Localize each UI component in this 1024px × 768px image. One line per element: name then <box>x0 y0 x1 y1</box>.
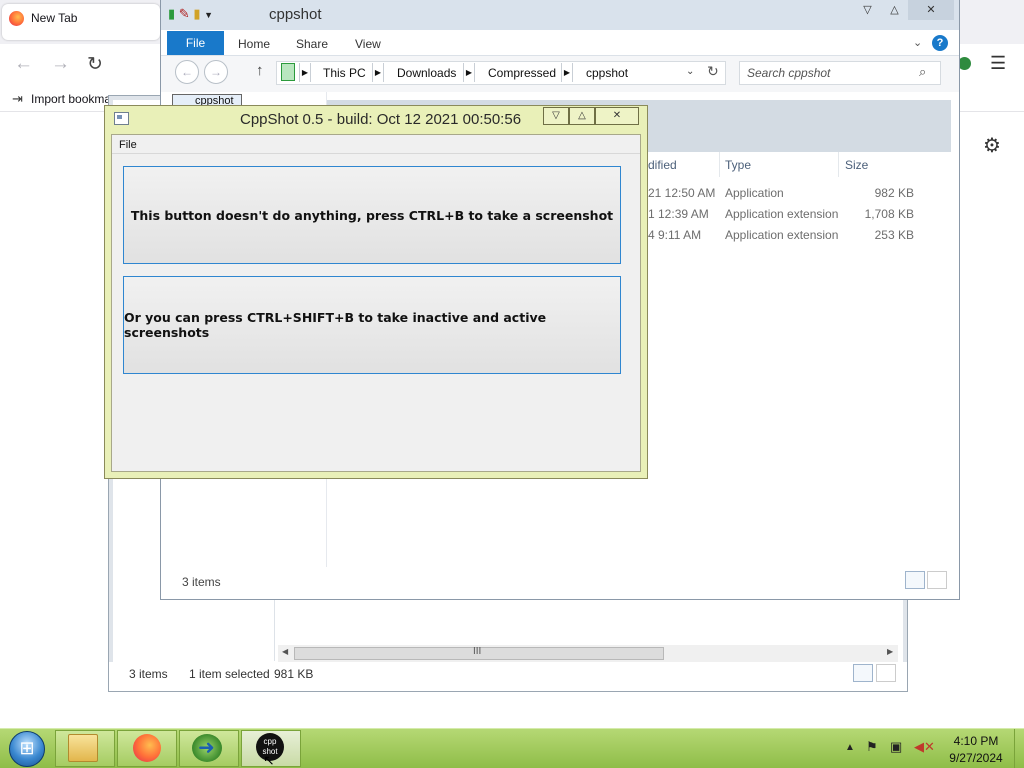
tray-overflow-icon[interactable]: ▲ <box>845 742 855 753</box>
window-app-icon[interactable] <box>114 112 129 125</box>
menu-file[interactable]: File <box>119 139 137 151</box>
maximize-button[interactable]: △ <box>881 0 908 20</box>
large-icons-view-icon[interactable] <box>876 664 896 682</box>
row-modified[interactable]: 4 9:11 AM <box>648 228 701 242</box>
close-button[interactable]: ✕ <box>908 0 954 20</box>
column-header-size[interactable]: Size <box>845 158 868 172</box>
firefox-icon <box>9 11 24 26</box>
refresh-icon[interactable]: ↻ <box>707 63 719 80</box>
cppshot-menu-bar <box>112 136 640 154</box>
quick-access-toolbar[interactable]: ▮ ✎ ▮ ▼ <box>168 6 213 22</box>
import-bookmarks-link[interactable]: Import bookmar <box>31 92 115 106</box>
column-header-type[interactable]: Type <box>725 158 751 172</box>
ribbon-tab-home[interactable]: Home <box>238 37 270 51</box>
row-size[interactable]: 982 KB <box>845 186 914 200</box>
network-icon[interactable]: ▣ <box>890 739 902 755</box>
breadcrumb-separator-icon[interactable]: ▶ <box>299 63 311 82</box>
gear-icon[interactable]: ⚙ <box>983 133 1001 158</box>
breadcrumb-separator-icon[interactable]: ▶ <box>372 63 384 82</box>
row-type[interactable]: Application <box>725 186 784 200</box>
help-icon[interactable]: ? <box>932 35 948 51</box>
column-header-date-modified[interactable]: dified <box>648 158 677 172</box>
maximize-button[interactable]: △ <box>569 107 595 125</box>
status-item-count: 3 items <box>129 667 168 681</box>
search-placeholder: Search cppshot <box>747 66 831 80</box>
forward-arrow-icon[interactable]: → <box>51 53 70 75</box>
scroll-right-icon[interactable]: ▶ <box>887 647 893 656</box>
close-button[interactable]: ✕ <box>595 107 639 125</box>
ribbon-tab-bar <box>161 30 959 56</box>
info-button-ctrl-b[interactable]: This button doesn't do anything, press C… <box>123 166 621 264</box>
breadcrumb-cppshot[interactable]: cppshot <box>586 66 628 80</box>
breadcrumb-compressed[interactable]: Compressed <box>488 66 556 80</box>
explorer-status-bar <box>161 567 959 599</box>
row-modified[interactable]: 21 12:50 AM <box>648 186 715 200</box>
folder-icon <box>68 734 98 762</box>
firefox-tab-title: New Tab <box>31 11 78 25</box>
large-icons-view-icon[interactable] <box>927 571 947 589</box>
breadcrumb-separator-icon[interactable]: ▶ <box>463 63 475 82</box>
scroll-left-icon[interactable]: ◀ <box>282 647 288 656</box>
reload-icon[interactable]: ↻ <box>87 53 103 76</box>
breadcrumb-separator-icon[interactable]: ▶ <box>561 63 573 82</box>
back-button[interactable]: ← <box>175 60 199 84</box>
search-icon[interactable]: ⌕ <box>919 64 926 80</box>
up-arrow-icon[interactable]: ↑ <box>256 62 264 79</box>
ribbon-expand-icon[interactable]: ⌄ <box>913 36 922 49</box>
row-type[interactable]: Application extension <box>725 228 838 242</box>
import-icon: ⇥ <box>12 91 23 106</box>
status-size: 981 KB <box>274 667 314 681</box>
show-desktop-button[interactable] <box>1014 729 1024 768</box>
ribbon-tab-file[interactable]: File <box>167 31 224 55</box>
column-divider[interactable] <box>838 152 839 177</box>
row-modified[interactable]: 1 12:39 AM <box>648 207 709 221</box>
info-button-ctrl-shift-b[interactable]: Or you can press CTRL+SHIFT+B to take in… <box>123 276 621 374</box>
row-type[interactable]: Application extension <box>725 207 838 221</box>
scrollbar-grip: III <box>473 646 482 657</box>
download-arrow-icon: ➜ <box>198 737 215 759</box>
volume-muted-icon[interactable]: ◀✕ <box>914 739 935 755</box>
status-item-count: 3 items <box>182 575 221 589</box>
details-view-icon[interactable] <box>905 571 925 589</box>
status-selected: 1 item selected <box>189 667 270 681</box>
action-center-flag-icon[interactable]: ⚑ <box>866 739 878 755</box>
minimize-button[interactable]: ▽ <box>854 0 881 20</box>
forward-button[interactable]: → <box>204 60 228 84</box>
ribbon-tab-share[interactable]: Share <box>296 37 328 51</box>
windows-logo-icon: ⊞ <box>19 738 35 758</box>
firefox-icon <box>133 734 161 762</box>
clock-time[interactable]: 4:10 PM <box>952 734 1000 748</box>
cppshot-window-title: CppShot 0.5 - build: Oct 12 2021 00:50:5… <box>240 111 522 128</box>
mouse-cursor-icon: ↖ <box>263 752 275 768</box>
explorer-window-title: cppshot <box>269 6 322 23</box>
breadcrumb-downloads[interactable]: Downloads <box>397 66 456 80</box>
address-dropdown-icon[interactable]: ⌄ <box>686 66 694 77</box>
row-size[interactable]: 1,708 KB <box>845 207 914 221</box>
details-view-icon[interactable] <box>853 664 873 682</box>
ribbon-tab-view[interactable]: View <box>355 37 381 51</box>
hamburger-menu-icon[interactable]: ☰ <box>990 53 1006 74</box>
pc-icon <box>281 63 295 81</box>
minimize-button[interactable]: ▽ <box>543 107 569 125</box>
breadcrumb-this-pc[interactable]: This PC <box>323 66 366 80</box>
back-arrow-icon[interactable]: ← <box>14 53 33 75</box>
clock-date[interactable]: 9/27/2024 <box>949 751 1003 765</box>
firefox-tab-new-tab[interactable] <box>2 4 160 40</box>
column-divider[interactable] <box>719 152 720 177</box>
pane-divider <box>274 597 275 661</box>
row-size[interactable]: 253 KB <box>845 228 914 242</box>
